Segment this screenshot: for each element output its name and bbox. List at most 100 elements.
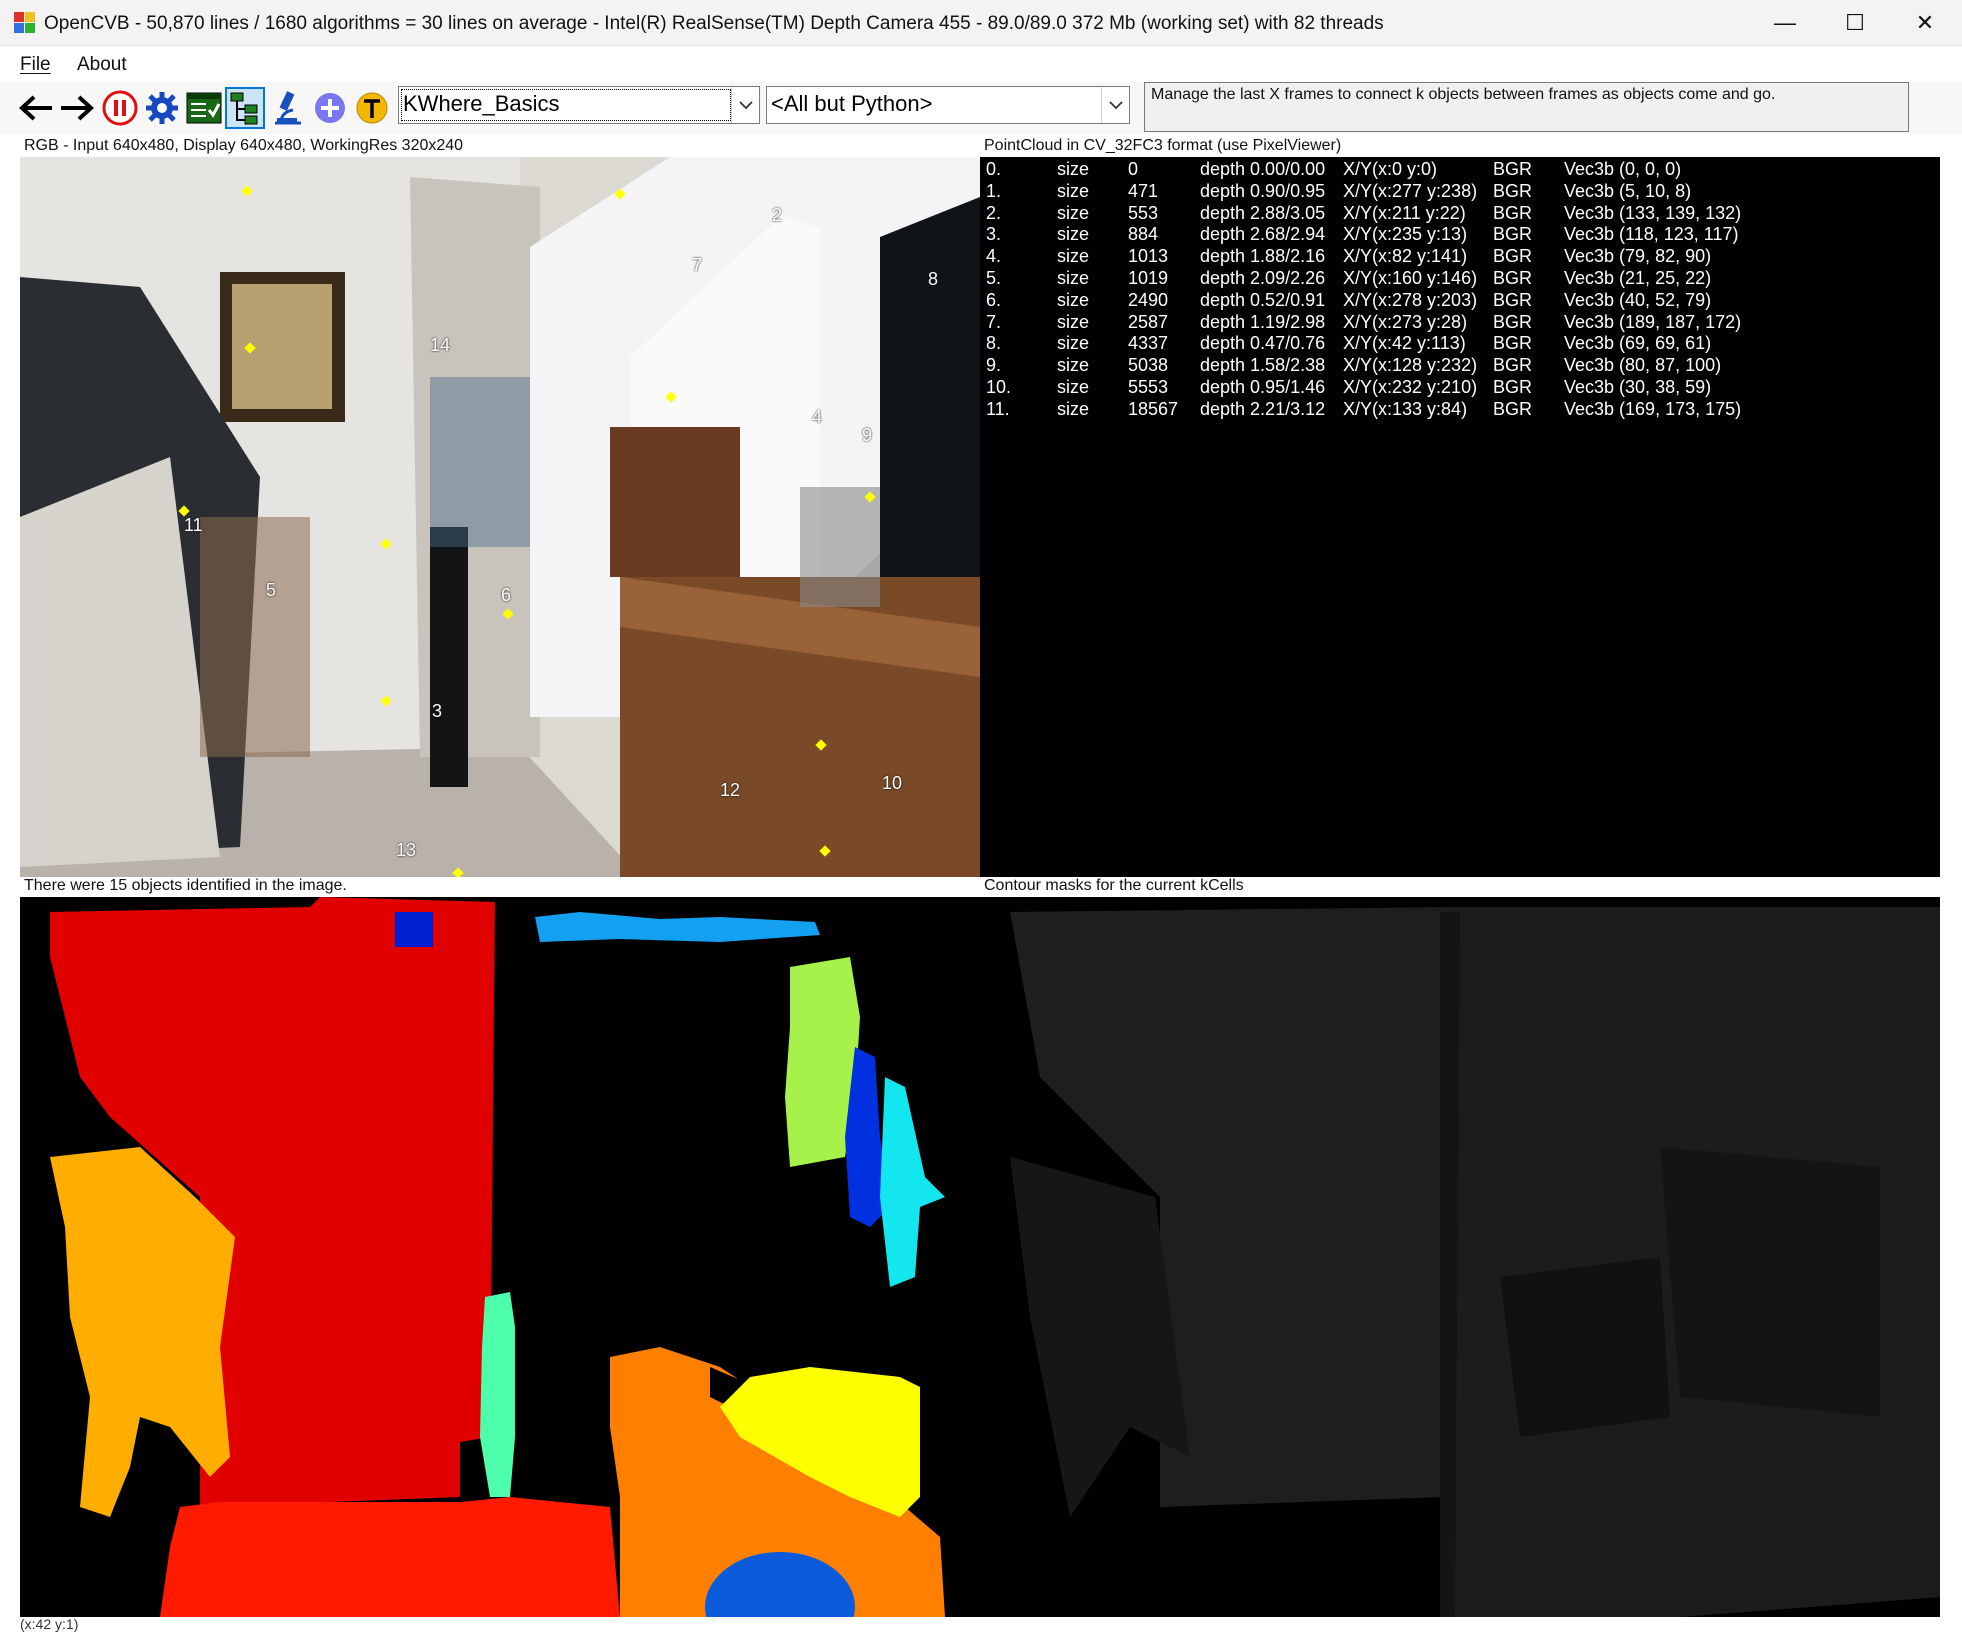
settings-button[interactable] <box>142 87 182 129</box>
forward-icon <box>61 95 94 121</box>
pointcloud-cell-depth: depth 0.00/0.00 <box>1200 159 1326 179</box>
contour-mask-image <box>1010 907 1940 1617</box>
back-button[interactable] <box>16 87 56 129</box>
mask-region-bright-red <box>160 1497 620 1617</box>
chevron-down-icon[interactable] <box>1101 87 1129 123</box>
pause-icon <box>102 90 138 126</box>
pointcloud-cell-idx: 1. <box>986 180 1002 201</box>
close-button[interactable]: ✕ <box>1890 0 1960 46</box>
pointcloud-cell-fmt: BGR <box>1493 398 1533 419</box>
app-icon <box>14 12 36 34</box>
pointcloud-cell-idx: 4. <box>986 246 1002 267</box>
pointcloud-cell-depth: depth 1.88/2.16 <box>1200 246 1326 267</box>
pointcloud-cell-xy: X/Y(x:82 y:141) <box>1343 246 1468 267</box>
contour-mask-view[interactable] <box>980 897 1940 1617</box>
pointcloud-cell-fmt: BGR <box>1493 180 1533 201</box>
pointcloud-cell-idx: 5. <box>986 268 1002 288</box>
pointcloud-cell-size-label: size <box>1057 159 1090 179</box>
object-mask-image <box>50 897 945 1617</box>
pointcloud-cell-size-label: size <box>1057 224 1090 245</box>
object-label: 13 <box>396 840 417 860</box>
status-coordinates: (x:42 y:1) <box>20 1616 79 1632</box>
pointcloud-cell-fmt: BGR <box>1493 159 1533 179</box>
rgb-scene <box>20 157 980 877</box>
pointcloud-cell-depth: depth 0.47/0.76 <box>1200 333 1326 354</box>
pointcloud-cell-fmt: BGR <box>1493 246 1533 267</box>
tree-view-icon <box>230 92 258 125</box>
pointcloud-cell-fmt: BGR <box>1493 355 1533 376</box>
forward-button[interactable] <box>57 87 97 129</box>
pointcloud-cell-size-label: size <box>1057 377 1090 397</box>
pointcloud-cell-size: 884 <box>1128 224 1159 245</box>
pointcloud-cell-vec: Vec3b (5, 10, 8) <box>1564 180 1692 201</box>
mask-panel-label: There were 15 objects identified in the … <box>24 877 347 894</box>
menu-bar: File About <box>0 48 1962 82</box>
pointcloud-row: 10. size 5553 depth 0.95/1.46 X/Y(x:232 y:21… <box>986 377 1936 399</box>
maximize-button[interactable]: ☐ <box>1820 0 1890 46</box>
translate-button[interactable] <box>352 87 392 129</box>
pointcloud-row: 9. size 5038 depth 1.58/2.38 X/Y(x:128 y:232… <box>986 355 1936 377</box>
pointcloud-cell-depth: depth 1.19/2.98 <box>1200 311 1326 332</box>
mask-region-sky <box>535 912 820 942</box>
pointcloud-cell-fmt: BGR <box>1493 311 1533 332</box>
object-label: 2 <box>772 205 783 225</box>
pointcloud-cell-size: 2490 <box>1128 289 1169 310</box>
pointcloud-cell-vec: Vec3b (169, 173, 175) <box>1564 398 1742 419</box>
mask-region-blue-small <box>395 912 433 947</box>
pointcloud-cell-size-label: size <box>1057 289 1090 310</box>
object-label: 9 <box>862 425 873 445</box>
pointcloud-cell-size: 1013 <box>1128 246 1169 267</box>
minimize-button[interactable]: — <box>1750 0 1820 46</box>
pointcloud-row: 4. size 1013 depth 1.88/2.16 X/Y(x:82 y:141)… <box>986 246 1936 268</box>
pointcloud-cell-fmt: BGR <box>1493 202 1533 223</box>
object-label: 11 <box>184 515 203 535</box>
object-label: 10 <box>882 773 903 793</box>
pointcloud-cell-idx: 10. <box>986 377 1012 397</box>
pointcloud-cell-size-label: size <box>1057 246 1090 267</box>
pointcloud-cell-idx: 7. <box>986 311 1002 332</box>
back-icon <box>19 95 52 121</box>
mask-region-cyan <box>880 1077 945 1287</box>
test-all-button[interactable] <box>184 87 224 129</box>
title-bar: OpenCVB - 50,870 lines / 1680 algorithms… <box>0 0 1962 46</box>
rgb-image-view[interactable]: 2 7 8 14 4 9 11 5 6 3 12 10 13 <box>20 157 980 877</box>
pause-button[interactable] <box>100 87 140 129</box>
object-label: 14 <box>430 335 451 355</box>
menu-about[interactable]: About <box>77 54 127 76</box>
object-label: 6 <box>501 585 512 605</box>
object-mask-view[interactable] <box>20 897 980 1617</box>
pointcloud-cell-size: 18567 <box>1128 398 1179 419</box>
pointcloud-cell-idx: 9. <box>986 355 1002 376</box>
pointcloud-cell-depth: depth 2.68/2.94 <box>1200 224 1326 245</box>
pointcloud-row: 5. size 1019 depth 2.09/2.26 X/Y(x:160 y:146… <box>986 268 1936 290</box>
menu-file[interactable]: File <box>20 54 51 76</box>
pointcloud-cell-size: 5553 <box>1128 377 1169 397</box>
pointcloud-list: 0. size 0 depth 0.00/0.00 X/Y(x:0 y:0) BGR Vec… <box>980 157 1940 877</box>
tree-view-button[interactable] <box>225 87 265 129</box>
pointcloud-cell-depth: depth 2.09/2.26 <box>1200 268 1326 288</box>
pointcloud-panel-label: PointCloud in CV_32FC3 format (use Pixel… <box>984 137 1342 154</box>
pointcloud-row: 2. size 553 depth 2.88/3.05 X/Y(x:211 y:22) B… <box>986 203 1936 225</box>
pointcloud-cell-size: 0 <box>1128 159 1139 179</box>
object-label: 5 <box>266 580 277 600</box>
chevron-down-icon[interactable] <box>731 87 759 123</box>
pointcloud-cell-xy: X/Y(x:211 y:22) <box>1343 202 1466 223</box>
pointcloud-cell-size-label: size <box>1057 311 1090 332</box>
group-select[interactable]: <All but Python> <box>766 86 1130 124</box>
pointcloud-cell-size-label: size <box>1057 180 1090 201</box>
pointcloud-row: 11. size 18567 depth 2.21/3.12 X/Y(x:133 y:8… <box>986 399 1936 421</box>
microscope-button[interactable] <box>268 87 308 129</box>
rgb-panel-label: RGB - Input 640x480, Display 640x480, Wo… <box>24 137 464 154</box>
pointcloud-cell-vec: Vec3b (79, 82, 90) <box>1564 246 1712 267</box>
algorithm-select[interactable]: KWhere_Basics <box>398 86 760 124</box>
pointcloud-row: 0. size 0 depth 0.00/0.00 X/Y(x:0 y:0) BGR Vec… <box>986 159 1936 181</box>
translate-icon <box>356 92 388 124</box>
object-label: 3 <box>432 701 443 721</box>
pointcloud-cell-size: 4337 <box>1128 333 1169 354</box>
add-button[interactable] <box>310 87 350 129</box>
pointcloud-cell-idx: 2. <box>986 202 1002 223</box>
pointcloud-cell-fmt: BGR <box>1493 289 1533 310</box>
pointcloud-cell-size-label: size <box>1057 398 1090 419</box>
pointcloud-row: 3. size 884 depth 2.68/2.94 X/Y(x:235 y:13) B… <box>986 224 1936 246</box>
pointcloud-cell-vec: Vec3b (189, 187, 172) <box>1564 311 1742 332</box>
